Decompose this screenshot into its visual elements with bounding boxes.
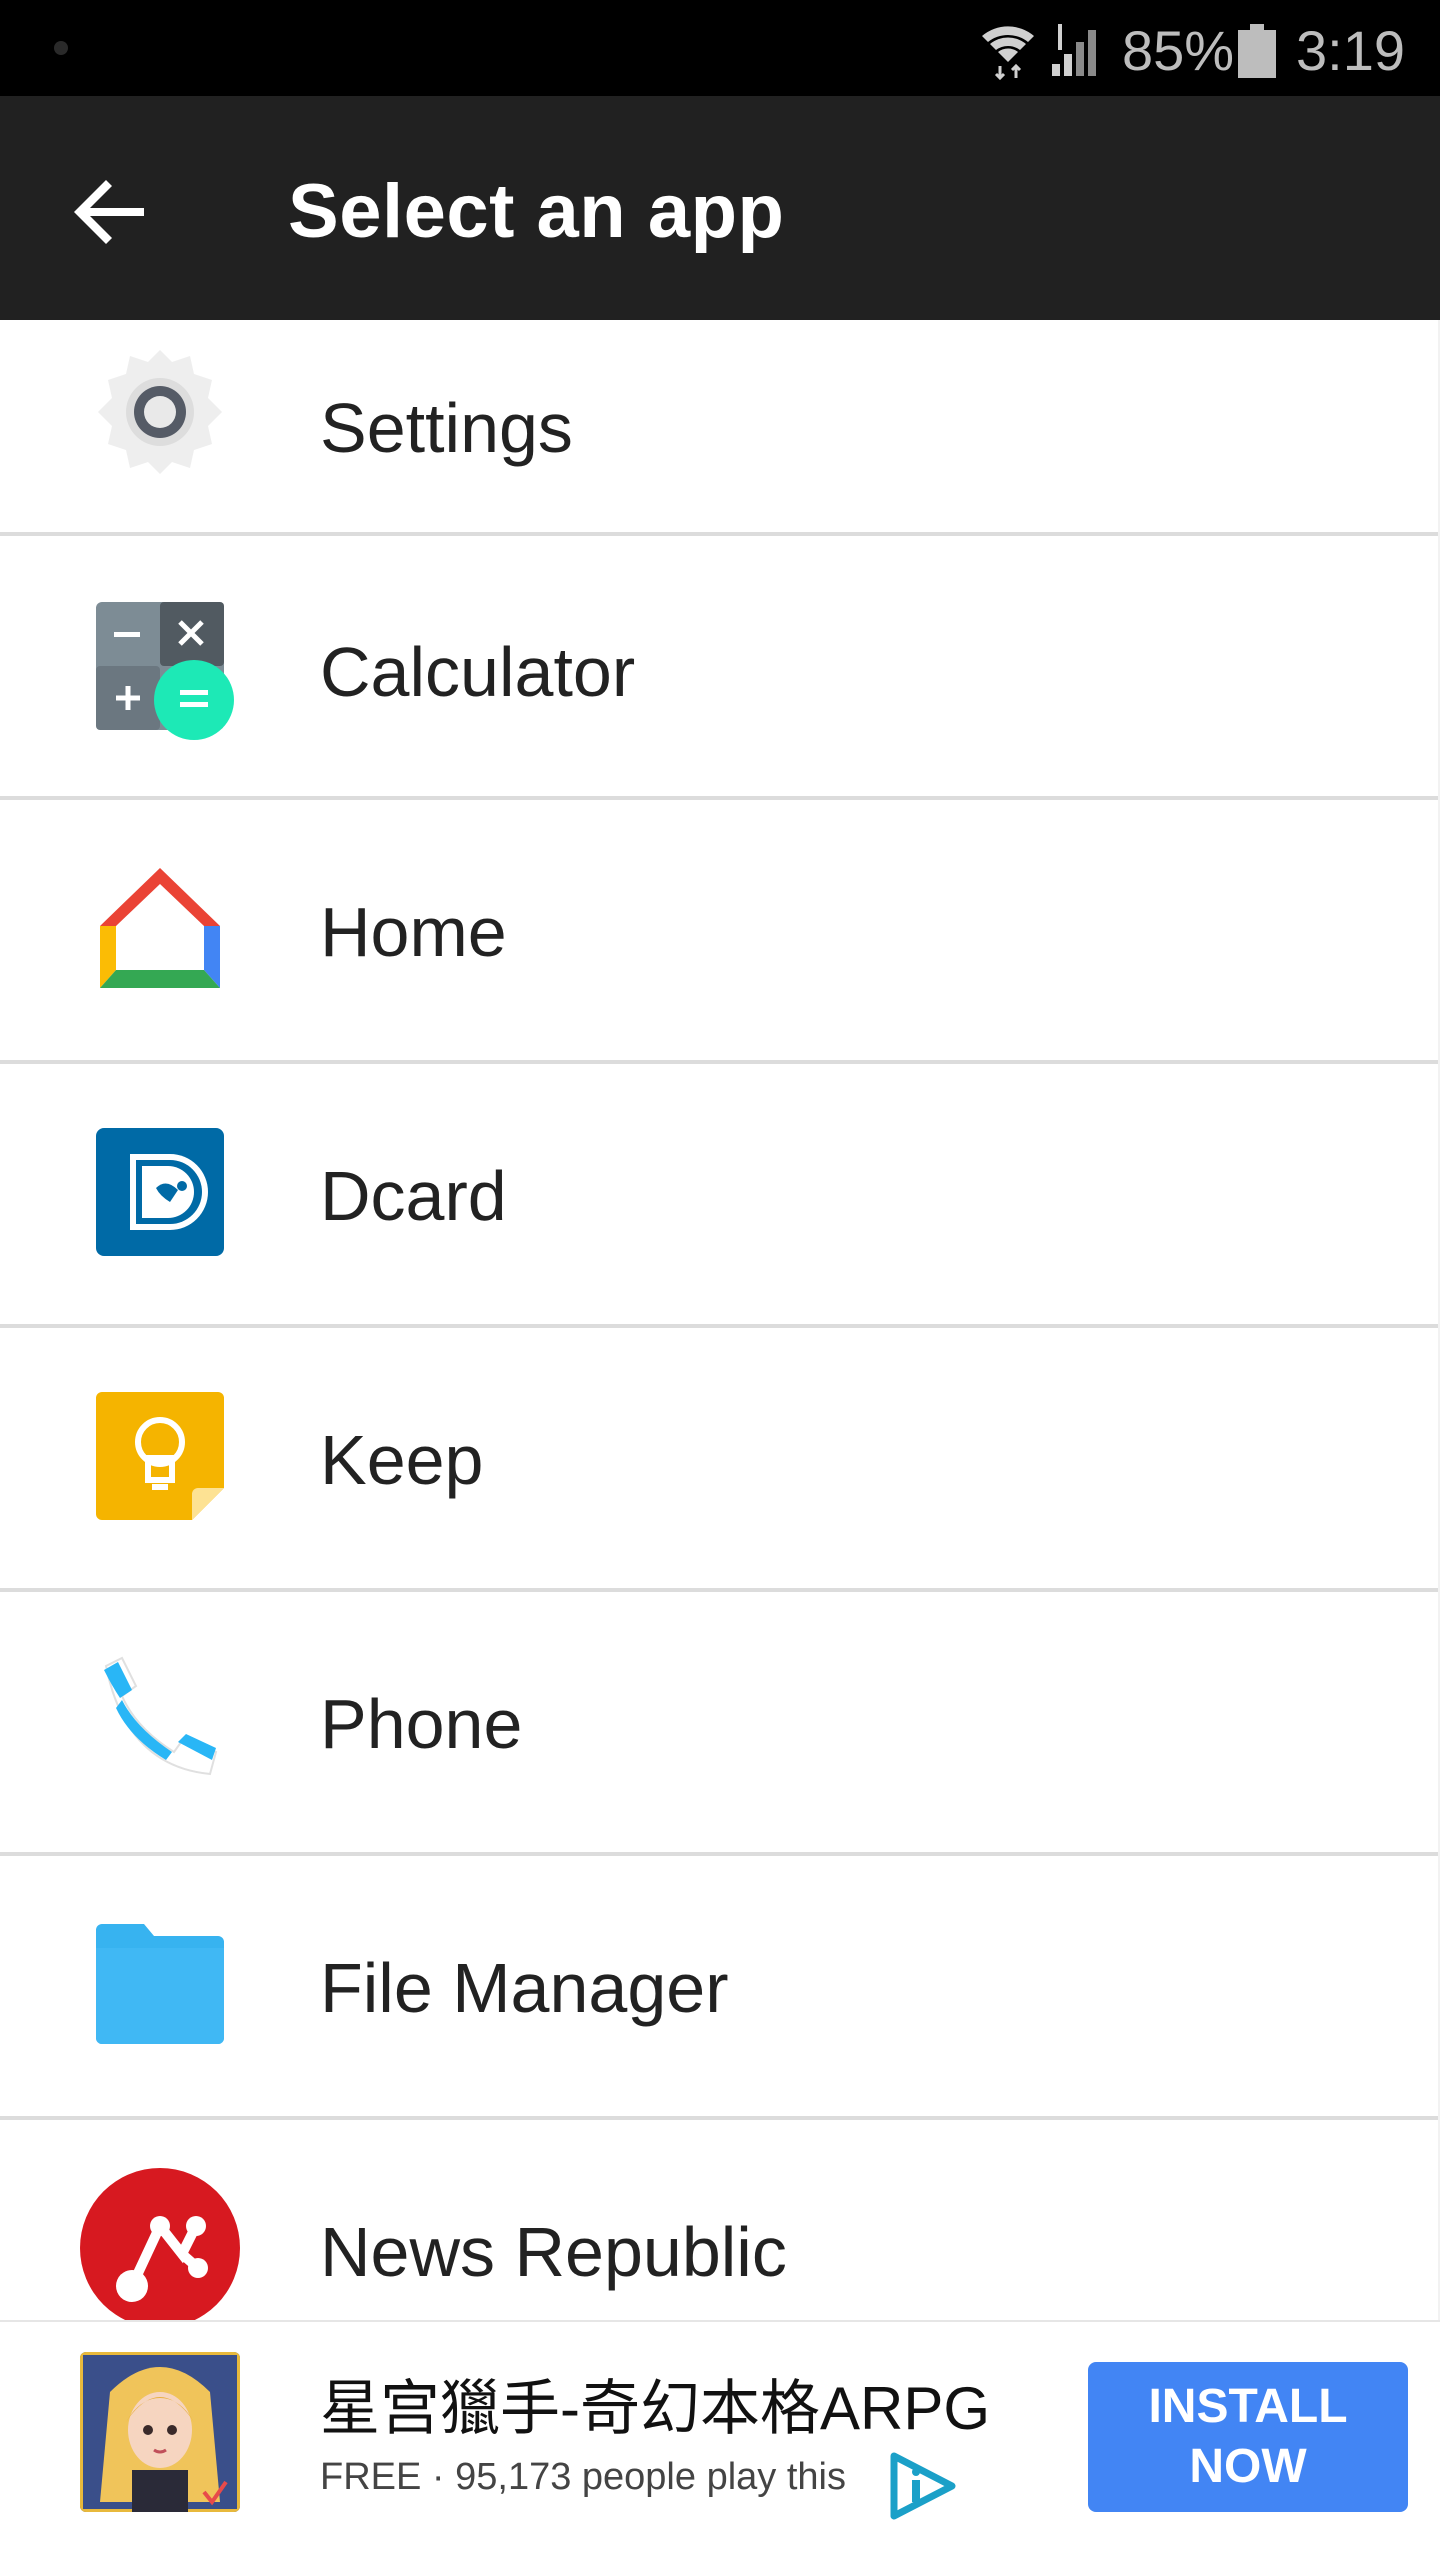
dcard-icon: [96, 1128, 224, 1256]
google-home-icon: [100, 868, 220, 988]
list-item-keep[interactable]: Keep: [0, 1328, 1438, 1592]
list-item-settings[interactable]: Settings: [0, 320, 1438, 536]
battery-percent: 85%: [1122, 19, 1235, 82]
app-label: Settings: [320, 389, 573, 467]
status-bar: 85% 3:19: [0, 0, 1440, 96]
phone-handset-icon: [104, 1656, 218, 1776]
ad-title: 星宫獵手-奇幻本格ARPG: [320, 2375, 991, 2442]
ad-game-image[interactable]: [80, 2352, 240, 2512]
app-bar: Select an app: [0, 96, 1440, 320]
app-label: News Republic: [320, 2213, 787, 2291]
list-item-file-manager[interactable]: File Manager: [0, 1856, 1438, 2120]
calculator-icon: [96, 602, 234, 740]
app-label: File Manager: [320, 1949, 729, 2027]
list-item-calculator[interactable]: Calculator: [0, 536, 1438, 800]
clock: 3:19: [1296, 19, 1405, 82]
back-arrow-icon[interactable]: [60, 162, 160, 262]
app-label: Phone: [320, 1685, 523, 1763]
ad-banner[interactable]: 星宫獵手-奇幻本格ARPG FREE · 95,173 people play …: [0, 2320, 1440, 2562]
install-button-label: INSTALL NOW: [1148, 2380, 1348, 2493]
folder-icon: [96, 1924, 224, 2044]
wifi-icon: [982, 26, 1034, 80]
list-item-dcard[interactable]: Dcard: [0, 1064, 1438, 1328]
list-item-news-republic[interactable]: News Republic: [0, 2120, 1438, 2320]
news-republic-icon: [80, 2168, 240, 2320]
page-title: Select an app: [288, 169, 785, 254]
list-item-phone[interactable]: Phone: [0, 1592, 1438, 1856]
list-item-home[interactable]: Home: [0, 800, 1438, 1064]
app-list: Settings Calculator Home Dcard Keep Phon…: [0, 320, 1440, 2320]
app-label: Home: [320, 893, 507, 971]
app-label: Keep: [320, 1421, 484, 1499]
app-label: Calculator: [320, 633, 636, 711]
battery-icon: [1238, 24, 1276, 78]
app-label: Dcard: [320, 1157, 507, 1235]
install-now-button[interactable]: INSTALL NOW: [1088, 2362, 1408, 2512]
keep-lightbulb-icon: [96, 1392, 224, 1520]
ad-play-icon[interactable]: [888, 2450, 958, 2520]
cell-signal-icon: [1052, 24, 1096, 76]
ad-subtitle: FREE · 95,173 people play this: [320, 2456, 846, 2498]
settings-gear-icon: [98, 350, 222, 474]
notification-dot: [54, 41, 68, 55]
